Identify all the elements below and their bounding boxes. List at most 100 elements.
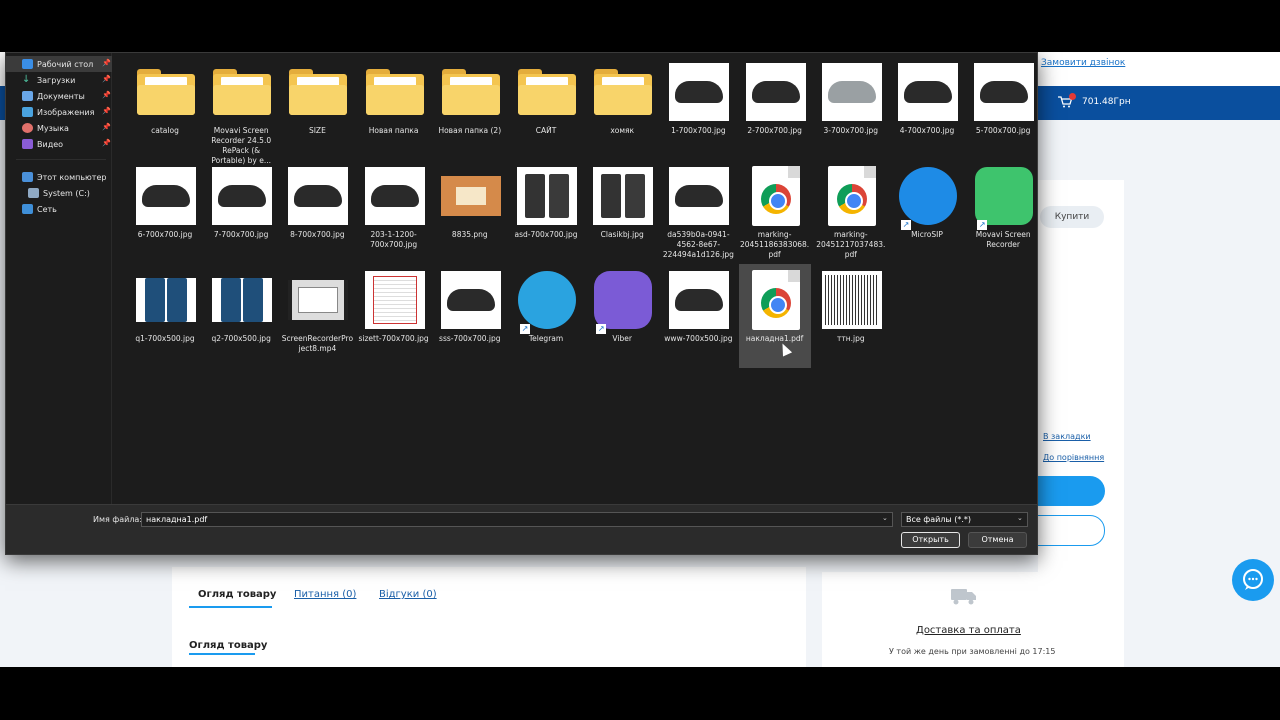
documents-icon xyxy=(22,91,33,101)
file-item[interactable]: SIZE xyxy=(281,56,353,160)
file-item[interactable]: хомяк xyxy=(586,56,658,160)
cart-total[interactable]: 701.48Грн xyxy=(1082,97,1131,107)
folder-icon xyxy=(365,69,424,115)
file-thumbnail: ↗ xyxy=(897,165,959,230)
file-item[interactable]: ↗ MicroSIP xyxy=(891,160,963,264)
chat-button[interactable] xyxy=(1232,559,1274,601)
tab-reviews[interactable]: Відгуки (0) xyxy=(379,589,437,600)
compare-link[interactable]: До порівняння xyxy=(1043,453,1104,462)
image-thumbnail xyxy=(821,271,882,329)
tab-questions[interactable]: Питання (0) xyxy=(294,589,356,600)
folder-icon xyxy=(213,69,272,115)
nav-item-label: Документы xyxy=(37,91,85,101)
delivery-title[interactable]: Доставка та оплата xyxy=(916,625,1021,636)
file-thumbnail xyxy=(364,269,426,331)
file-item[interactable]: ↗ Viber xyxy=(586,264,658,368)
image-thumbnail xyxy=(288,167,349,225)
file-thumbnail xyxy=(668,269,730,331)
file-item[interactable]: q2-700x500.jpg xyxy=(205,264,277,368)
nav-item-music[interactable]: Музыка 📌 xyxy=(6,120,112,136)
image-thumbnail xyxy=(212,167,273,225)
file-item[interactable]: 1-700x700.jpg xyxy=(662,56,734,160)
chevron-down-icon[interactable]: ⌄ xyxy=(1017,514,1023,522)
filename-label: Имя файла: xyxy=(93,515,143,524)
file-item[interactable]: da539b0a-0941-4562-8e67-224494a1d126.jpg xyxy=(662,160,734,264)
file-name: 6-700x700.jpg xyxy=(137,230,193,239)
file-name: ттн.jpg xyxy=(836,334,865,343)
file-item[interactable]: накладна1.pdf xyxy=(738,264,811,368)
microsip-icon xyxy=(899,167,957,225)
file-item[interactable]: sss-700x700.jpg xyxy=(434,264,506,368)
file-item[interactable]: ↗ Telegram xyxy=(510,264,582,368)
file-thumbnail xyxy=(668,165,730,227)
folder-icon xyxy=(518,69,576,115)
file-item[interactable]: САЙТ xyxy=(510,56,582,160)
file-item[interactable]: 2-700x700.jpg xyxy=(739,56,811,160)
file-thumbnail xyxy=(821,61,883,123)
file-item[interactable]: asd-700x700.jpg xyxy=(510,160,582,264)
file-name: Movavi Screen Recorder xyxy=(975,230,1031,249)
image-thumbnail xyxy=(821,63,882,121)
file-item[interactable]: 3-700x700.jpg xyxy=(815,56,887,160)
nav-item-documents[interactable]: Документы 📌 xyxy=(6,88,112,104)
open-button[interactable]: Открыть xyxy=(901,532,960,548)
file-thumbnail: ↗ xyxy=(973,165,1035,230)
delivery-subtitle: У той же день при замовленні до 17:15 xyxy=(889,647,1056,656)
file-item[interactable]: marking-20451186383068.pdf xyxy=(739,160,811,264)
file-item[interactable]: 8-700x700.jpg xyxy=(281,160,353,264)
file-item[interactable]: 8835.png xyxy=(434,160,506,264)
filetype-select[interactable]: Все файлы (*.*) xyxy=(901,512,1028,527)
nav-item-downloads[interactable]: ↓ Загрузки 📌 xyxy=(6,72,112,88)
file-thumbnail xyxy=(897,61,959,123)
file-item[interactable]: Новая папка (2) xyxy=(434,56,506,160)
file-item[interactable]: q1-700x500.jpg xyxy=(129,264,201,368)
file-item[interactable]: Новая папка xyxy=(358,56,430,160)
network-icon xyxy=(22,204,33,214)
bookmark-link[interactable]: В закладки xyxy=(1043,432,1091,441)
nav-item-video[interactable]: Видео 📌 xyxy=(6,136,112,152)
nav-item-images[interactable]: Изображения 📌 xyxy=(6,104,112,120)
filename-input[interactable]: накладна1.pdf xyxy=(141,512,893,527)
file-thumbnail xyxy=(364,165,426,227)
file-item[interactable]: 5-700x700.jpg xyxy=(967,56,1039,160)
file-name: catalog xyxy=(151,126,179,135)
file-item[interactable]: ттн.jpg xyxy=(815,264,887,368)
overview-heading: Огляд товару xyxy=(189,640,268,651)
file-item[interactable]: 203-1-1200-700x700.jpg xyxy=(358,160,430,264)
callback-link[interactable]: Замовити дзвінок xyxy=(1041,58,1125,68)
tab-overview[interactable]: Огляд товару xyxy=(198,589,276,600)
file-item[interactable]: ↗ Movavi Screen Recorder xyxy=(967,160,1039,264)
nav-item-this-pc[interactable]: Этот компьютер xyxy=(6,169,112,185)
file-item[interactable]: ScreenRecorderProject8.mp4 xyxy=(281,264,353,368)
file-item[interactable]: catalog xyxy=(129,56,201,160)
nav-item-network[interactable]: Сеть xyxy=(6,201,112,217)
file-thumbnail xyxy=(440,165,502,227)
nav-item-label: Этот компьютер xyxy=(37,172,107,182)
cancel-button[interactable]: Отмена xyxy=(968,532,1027,548)
file-name: хомяк xyxy=(610,126,635,135)
file-item[interactable]: marking-20451217037483.pdf xyxy=(815,160,887,264)
file-thumbnail xyxy=(211,165,273,227)
image-thumbnail xyxy=(440,271,501,329)
file-item[interactable]: Movavi Screen Recorder 24.5.0 RePack (& … xyxy=(205,56,277,165)
file-item[interactable]: www-700x500.jpg xyxy=(662,264,734,368)
file-item[interactable]: Clasikbj.jpg xyxy=(586,160,658,264)
file-item[interactable]: 6-700x700.jpg xyxy=(129,160,201,264)
file-name: Новая папка (2) xyxy=(438,126,502,135)
file-item[interactable]: sizett-700x700.jpg xyxy=(358,264,430,368)
telegram-icon xyxy=(518,271,576,329)
chrome-icon xyxy=(760,288,791,318)
file-item[interactable]: 4-700x700.jpg xyxy=(891,56,963,160)
chevron-down-icon[interactable]: ⌄ xyxy=(882,514,888,522)
nav-item-system-drive[interactable]: System (C:) xyxy=(6,185,112,201)
image-thumbnail xyxy=(745,63,806,121)
buy-button[interactable]: Купити xyxy=(1040,206,1104,228)
file-name: 7-700x700.jpg xyxy=(213,230,269,239)
movavi-icon xyxy=(975,167,1034,225)
download-icon: ↓ xyxy=(22,74,31,85)
nav-item-desktop[interactable]: Рабочий стол 📌 xyxy=(6,56,112,72)
file-item[interactable]: 7-700x700.jpg xyxy=(205,160,277,264)
file-thumbnail xyxy=(745,165,807,227)
file-thumbnail xyxy=(287,269,349,331)
folder-icon xyxy=(594,69,653,115)
